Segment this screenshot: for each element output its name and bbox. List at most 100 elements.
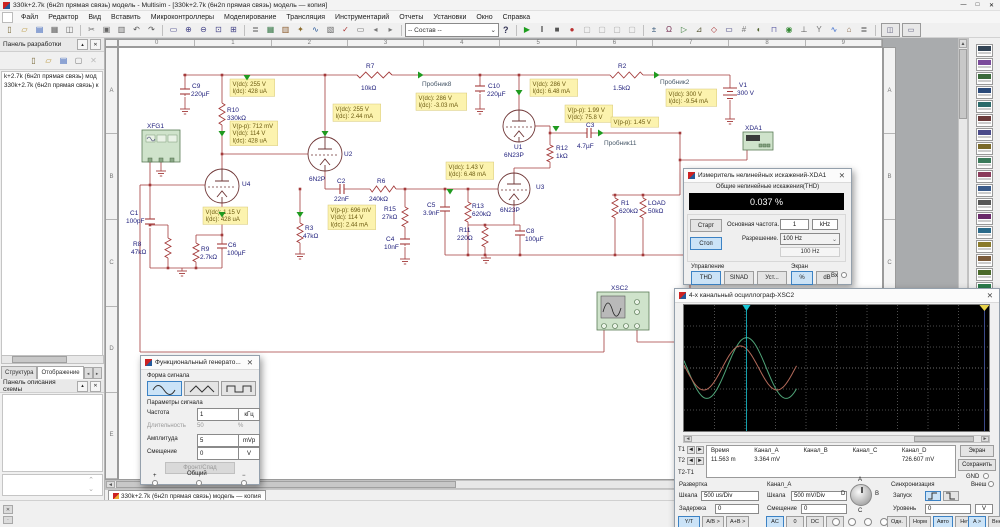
network-analyzer-icon[interactable] — [976, 226, 993, 239]
coupling-button-2[interactable]: 0 — [786, 516, 804, 527]
connector-components-icon[interactable]: ≣ — [857, 23, 872, 38]
menu-item-7[interactable]: Трансляция — [281, 13, 330, 22]
param-unit-box[interactable]: V — [238, 447, 260, 460]
transistor-components-icon[interactable]: ⊿ — [692, 23, 707, 38]
close-icon[interactable]: ✕ — [90, 39, 101, 50]
pin-icon[interactable]: ▴ — [77, 39, 88, 50]
timebase-scale-input[interactable]: 500 us/Div — [701, 491, 759, 501]
common-terminal[interactable] — [196, 480, 202, 486]
channel-radio-1[interactable] — [832, 518, 840, 526]
mixed-components-icon[interactable]: ⊓ — [767, 23, 782, 38]
coupling-button-1[interactable]: AC — [766, 516, 784, 527]
spreadsheet-icon[interactable]: ▦ — [263, 23, 278, 38]
zoom-in-icon[interactable]: ⊕ — [181, 23, 196, 38]
square-wave-button[interactable] — [221, 381, 256, 396]
channel-radio-3[interactable] — [864, 518, 872, 526]
misc-digital-icon[interactable]: ◐ — [752, 23, 767, 38]
design-tree-hscrollbar[interactable] — [1, 355, 104, 364]
open-design-icon[interactable]: ▱ — [42, 54, 55, 67]
active-analysis-icon[interactable]: ● — [565, 23, 580, 38]
gnd-terminal[interactable] — [983, 473, 989, 479]
scroll-right-icon[interactable]: ► — [981, 436, 989, 442]
analog-components-icon[interactable]: ◇ — [707, 23, 722, 38]
analyzer-control-button-3[interactable]: Уст... — [757, 271, 787, 285]
cursor2-right-icon[interactable]: ► — [696, 457, 704, 465]
cursor1-left-icon[interactable]: ◄ — [687, 446, 695, 454]
postprocessor-icon[interactable]: ▧ — [323, 23, 338, 38]
hierarchy-icon[interactable]: ≣ — [248, 23, 263, 38]
design-tree-item-1[interactable]: k+2.7k (6н2п прямая связь) мод — [2, 72, 102, 81]
maximize-icon[interactable]: □ — [972, 1, 983, 9]
timebase-mode-button-3[interactable]: A+B > — [726, 516, 750, 527]
run-simulation-icon[interactable]: ▶ — [520, 23, 535, 38]
erc-icon[interactable]: ✓ — [338, 23, 353, 38]
open-file-icon[interactable]: ▱ — [17, 23, 32, 38]
trigger-mode-button-2[interactable]: Норм — [909, 516, 931, 527]
analyzer-display-button-1[interactable]: % — [791, 271, 813, 285]
frequency-unit-box[interactable]: kHz — [812, 219, 838, 230]
menu-item-4[interactable]: Вставить — [106, 13, 146, 22]
misc-components-icon[interactable]: Y — [812, 23, 827, 38]
stop-button[interactable]: Стоп — [690, 237, 722, 250]
menu-item-8[interactable]: Инструментарий — [330, 13, 394, 22]
results-options-icon[interactable]: · — [3, 516, 13, 524]
function-generator-icon[interactable] — [976, 58, 993, 71]
pause-simulation-icon[interactable]: ‖ — [535, 23, 550, 38]
menu-item-10[interactable]: Установки — [428, 13, 471, 22]
description-panel-body[interactable] — [2, 394, 103, 472]
logic-analyzer-icon[interactable] — [976, 170, 993, 183]
close-icon[interactable]: ✕ — [985, 291, 995, 300]
start-button[interactable]: Старт — [690, 219, 722, 232]
frequency-input[interactable]: 1 — [780, 219, 809, 230]
menu-item-11[interactable]: Окно — [471, 13, 497, 22]
distortion-analyzer-icon[interactable] — [976, 198, 993, 211]
grapher-icon[interactable]: ∿ — [308, 23, 323, 38]
window-titlebar[interactable]: Измеритель нелинейных искажений-XDA1 ✕ — [684, 169, 851, 183]
back-annotate-icon[interactable]: ◂ — [368, 23, 383, 38]
cut-icon[interactable]: ✂ — [84, 23, 99, 38]
trigger-source-button-1[interactable]: A > — [968, 516, 986, 527]
tab-scroll-left-icon[interactable]: ◄ — [83, 367, 93, 379]
window-titlebar[interactable]: 4-х канальный осциллограф-XSC2 ✕ — [675, 289, 999, 303]
in-use-list-dropdown[interactable]: -- Состав -- ⌄ — [405, 23, 499, 37]
plus-terminal[interactable] — [152, 480, 158, 486]
menu-item-6[interactable]: Моделирование — [219, 13, 281, 22]
ttl-components-icon[interactable]: ▭ — [722, 23, 737, 38]
menu-item-12[interactable]: Справка — [498, 13, 535, 22]
close-icon[interactable]: ✕ — [986, 1, 997, 9]
agilent-function-generator-icon[interactable] — [976, 240, 993, 253]
electromech-components-icon[interactable]: ⌂ — [842, 23, 857, 38]
paste-icon[interactable]: ▥ — [114, 23, 129, 38]
cursor2-left-icon[interactable]: ◄ — [687, 457, 695, 465]
zoom-area-icon[interactable]: ⊡ — [211, 23, 226, 38]
scroll-up-icon[interactable]: ▲ — [959, 39, 967, 48]
timebase-mode-button-2[interactable]: A/B > — [702, 516, 724, 527]
tab-scroll-right-icon[interactable]: ► — [92, 367, 102, 379]
rf-components-icon[interactable]: ∿ — [827, 23, 842, 38]
window-tile-icon[interactable]: ▭ — [901, 23, 921, 37]
agilent-oscilloscope-icon[interactable] — [976, 268, 993, 281]
logic-converter-icon[interactable] — [976, 156, 993, 169]
cursor2-flag-icon[interactable] — [979, 305, 990, 311]
help-icon[interactable]: ? — [503, 25, 509, 35]
frequency-counter-icon[interactable] — [976, 128, 993, 141]
coupling-button-3[interactable]: DC — [806, 516, 824, 527]
save-icon[interactable]: ▤ — [32, 23, 47, 38]
close-icon[interactable]: ✕ — [245, 358, 255, 367]
wattmeter-icon[interactable] — [976, 72, 993, 85]
analyzer-control-button-1[interactable]: THD — [691, 271, 721, 285]
delete-icon[interactable]: ✕ — [87, 54, 100, 67]
input-terminal[interactable] — [841, 272, 847, 278]
bode-plotter-icon[interactable] — [976, 114, 993, 127]
tab-отображение[interactable]: Отображение — [37, 366, 84, 379]
indicator-components-icon[interactable]: ◉ — [782, 23, 797, 38]
diode-components-icon[interactable]: ▷ — [677, 23, 692, 38]
design-tree-item-2[interactable]: 330k+2.7k (6н2п прямая связь) к — [2, 81, 102, 90]
timebase-delay-input[interactable]: 0 — [715, 504, 759, 514]
menu-item-9[interactable]: Отчеты — [394, 13, 428, 22]
region-icon[interactable]: ▭ — [353, 23, 368, 38]
component-wizard-icon[interactable]: ✦ — [293, 23, 308, 38]
power-components-icon[interactable]: ⊥ — [797, 23, 812, 38]
undo-icon[interactable]: ↶ — [129, 23, 144, 38]
in-use-list-icon[interactable]: ◫ — [880, 23, 900, 37]
